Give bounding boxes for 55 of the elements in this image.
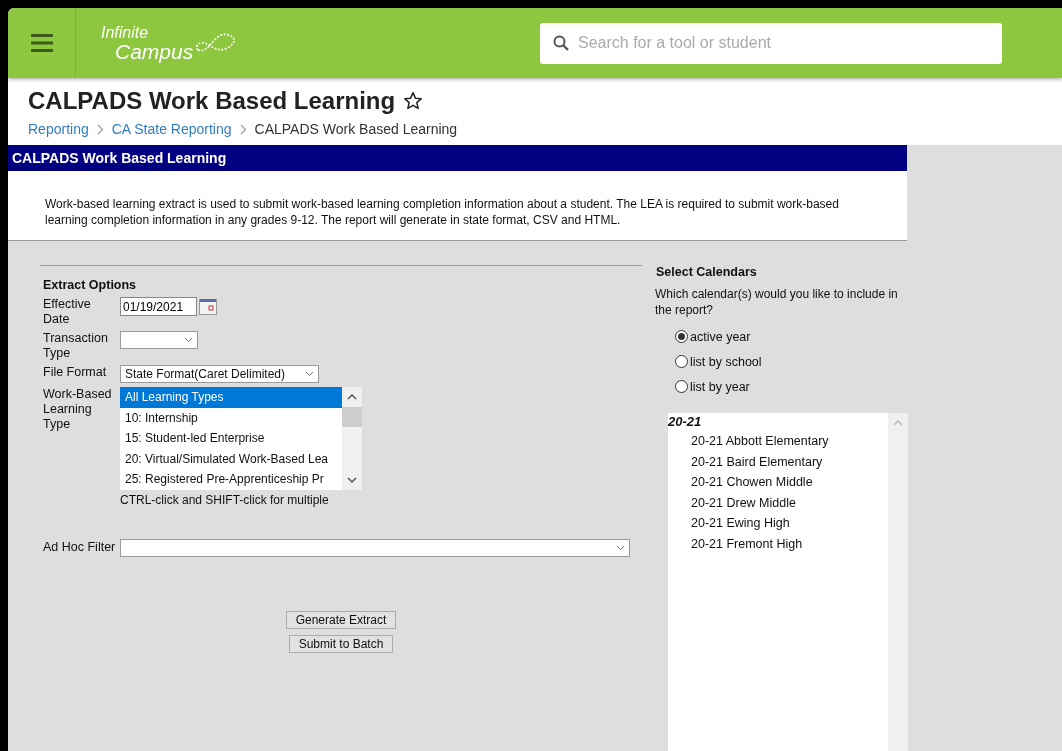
dropdown-caret-icon bbox=[305, 371, 314, 377]
file-format-dropdown[interactable]: State Format(Caret Delimited) bbox=[120, 365, 319, 383]
menu-icon[interactable] bbox=[30, 34, 53, 52]
field-label: Work-Based Learning Type bbox=[43, 387, 113, 432]
list-option[interactable]: 25: Registered Pre-Apprenticeship Pr bbox=[120, 469, 342, 490]
description-text: Work-based learning extract is used to submit work-based learning completion information about a student. The LEA is required to submit work-based learning completion information in any grades 9-12. The report will generate in state format, CSV and HTML. bbox=[45, 196, 840, 228]
breadcrumb-link[interactable]: CA State Reporting bbox=[111, 121, 232, 137]
hint-text: CTRL-click and SHIFT-click for multiple bbox=[120, 492, 330, 507]
swirl-icon bbox=[195, 32, 238, 54]
scrollbar[interactable] bbox=[342, 387, 362, 490]
calendar-item[interactable]: 20-21 Abbott Elementary bbox=[668, 431, 888, 452]
radio-button[interactable] bbox=[675, 380, 688, 393]
breadcrumb-link[interactable]: Reporting bbox=[28, 121, 89, 137]
radio-label: list by year bbox=[690, 379, 750, 394]
breadcrumb-current: CALPADS Work Based Learning bbox=[254, 121, 458, 137]
page-title: CALPADS Work Based Learning bbox=[28, 87, 396, 115]
calendar-item[interactable]: 20-21 Chowen Middle bbox=[668, 472, 888, 493]
search-icon bbox=[553, 34, 569, 51]
dropdown-caret-icon bbox=[184, 337, 193, 343]
dropdown-caret-icon bbox=[616, 544, 625, 551]
section-heading: Extract Options bbox=[43, 278, 138, 292]
radio-button[interactable] bbox=[675, 330, 688, 343]
search-field[interactable]: Search for a tool or student bbox=[540, 22, 1002, 64]
list-option[interactable]: 20: Virtual/Simulated Work-Based Lea bbox=[120, 448, 342, 469]
field-label: Effective Date bbox=[43, 297, 92, 327]
scrollbar[interactable] bbox=[888, 413, 908, 751]
panel-title: CALPADS Work Based Learning bbox=[8, 145, 907, 171]
calendar-icon[interactable] bbox=[199, 298, 217, 315]
radio-button[interactable] bbox=[675, 355, 688, 368]
list-option[interactable]: 10: Internship bbox=[120, 407, 342, 428]
transaction-type-dropdown[interactable] bbox=[120, 331, 198, 349]
calendar-item[interactable]: 20-21 Baird Elementary bbox=[668, 451, 888, 472]
field-label: Transaction Type bbox=[43, 331, 109, 361]
star-icon[interactable] bbox=[403, 91, 424, 111]
field-label: Ad Hoc Filter bbox=[43, 540, 117, 555]
calendar-group[interactable]: 20-21 bbox=[668, 413, 888, 431]
chevron-icon bbox=[96, 123, 104, 135]
calendar-item[interactable]: 20-21 Ewing High bbox=[668, 513, 888, 534]
action-button[interactable]: Generate Extract bbox=[285, 610, 397, 629]
radio-label: list by school bbox=[690, 354, 762, 369]
field-label: File Format bbox=[43, 365, 108, 380]
logo-text: Campus bbox=[115, 40, 194, 62]
calendar-item[interactable]: 20-21 Drew Middle bbox=[668, 492, 888, 513]
question-text: Which calendar(s) would you like to include in the report? bbox=[655, 286, 899, 318]
action-button[interactable]: Submit to Batch bbox=[288, 634, 394, 653]
list-option[interactable]: 15: Student-led Enterprise bbox=[120, 428, 342, 449]
logo-text: Infinite bbox=[101, 24, 150, 41]
scroll-thumb[interactable] bbox=[342, 407, 362, 427]
ad-hoc-filter-dropdown[interactable] bbox=[120, 538, 630, 557]
radio-label: active year bbox=[690, 329, 751, 344]
date-field[interactable]: 01/19/2021 bbox=[120, 297, 197, 316]
calendar-item[interactable]: 20-21 Fremont High bbox=[668, 533, 888, 554]
chevron-icon bbox=[239, 123, 247, 135]
section-heading: Select Calendars bbox=[656, 265, 758, 279]
list-option[interactable]: All Learning Types bbox=[120, 387, 342, 408]
